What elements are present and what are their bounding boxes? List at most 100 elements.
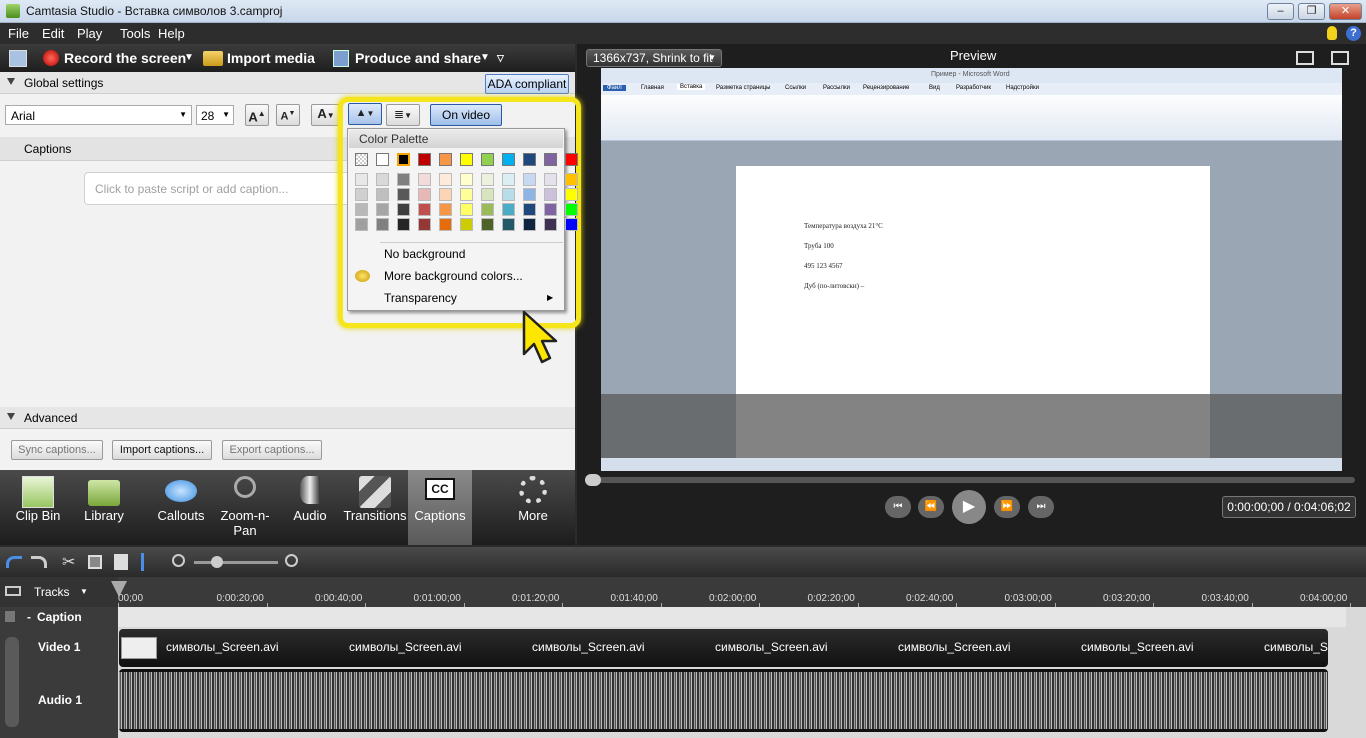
color-swatch[interactable] bbox=[418, 218, 431, 231]
video-clip[interactable]: символы_Screen.avi символы_Screen.avi симв… bbox=[119, 629, 1328, 667]
color-swatch[interactable] bbox=[523, 218, 536, 231]
color-swatch[interactable] bbox=[376, 153, 389, 166]
color-swatch[interactable] bbox=[460, 188, 473, 201]
tab-captions[interactable]: CC Captions bbox=[408, 470, 472, 545]
advanced-header[interactable]: Advanced bbox=[0, 407, 575, 429]
caption-track[interactable] bbox=[118, 607, 1346, 627]
redo-icon[interactable] bbox=[31, 556, 47, 568]
increase-font-button[interactable]: A▲ bbox=[245, 104, 269, 126]
transparency-option[interactable]: Transparency bbox=[384, 291, 457, 305]
fullscreen-icon[interactable] bbox=[1296, 51, 1314, 65]
detach-icon[interactable] bbox=[1331, 51, 1349, 65]
jump-end-button[interactable]: ⏭ bbox=[1028, 496, 1054, 518]
undo-icon[interactable] bbox=[6, 556, 22, 568]
forward-button[interactable]: ⏩ bbox=[994, 496, 1020, 518]
sync-captions-button[interactable]: Sync captions... bbox=[11, 440, 103, 460]
produce-share-button[interactable]: Produce and share bbox=[355, 50, 481, 66]
color-swatch[interactable] bbox=[376, 218, 389, 231]
color-swatch[interactable] bbox=[376, 203, 389, 216]
no-color-swatch[interactable] bbox=[355, 153, 368, 166]
tips-icon[interactable] bbox=[1327, 26, 1337, 40]
lock-icon[interactable] bbox=[5, 611, 15, 622]
color-swatch[interactable] bbox=[439, 203, 452, 216]
color-swatch[interactable] bbox=[544, 153, 557, 166]
color-swatch[interactable] bbox=[460, 173, 473, 186]
tab-audio[interactable]: Audio bbox=[282, 470, 338, 545]
zoom-slider[interactable] bbox=[194, 561, 278, 564]
font-color-button[interactable]: A▼ bbox=[311, 104, 341, 126]
color-swatch[interactable] bbox=[565, 218, 578, 231]
color-swatch[interactable] bbox=[565, 188, 578, 201]
color-swatch[interactable] bbox=[397, 218, 410, 231]
decrease-font-button[interactable]: A▼ bbox=[276, 104, 300, 126]
menu-play[interactable]: Tools bbox=[120, 26, 150, 41]
tab-zoom-n-pan[interactable]: Zoom-n-Pan bbox=[216, 470, 274, 545]
more-colors-option[interactable]: More background colors... bbox=[384, 269, 523, 283]
help-icon[interactable]: ? bbox=[1346, 26, 1361, 41]
color-swatch[interactable] bbox=[502, 218, 515, 231]
record-button[interactable]: Record the screen bbox=[64, 50, 186, 66]
color-swatch[interactable] bbox=[565, 173, 578, 186]
menu-file[interactable]: File bbox=[8, 26, 29, 41]
color-swatch[interactable] bbox=[565, 203, 578, 216]
import-captions-button[interactable]: Import captions... bbox=[112, 440, 212, 460]
color-swatch[interactable] bbox=[481, 188, 494, 201]
color-swatch[interactable] bbox=[397, 203, 410, 216]
audio-clip[interactable] bbox=[119, 669, 1328, 732]
color-swatch[interactable] bbox=[544, 188, 557, 201]
scrubber-handle[interactable] bbox=[585, 474, 601, 486]
color-swatch[interactable] bbox=[418, 203, 431, 216]
color-swatch[interactable] bbox=[418, 188, 431, 201]
cut-icon[interactable]: ✂ bbox=[62, 552, 75, 572]
color-swatch[interactable] bbox=[523, 203, 536, 216]
no-background-option[interactable]: No background bbox=[384, 247, 465, 261]
close-button[interactable]: ✕ bbox=[1329, 3, 1362, 20]
color-swatch[interactable] bbox=[460, 153, 473, 166]
color-swatch[interactable] bbox=[439, 188, 452, 201]
menu-edit[interactable]: Edit bbox=[42, 26, 64, 41]
toolbar-overflow-icon[interactable]: ▽ bbox=[497, 53, 504, 64]
color-swatch[interactable] bbox=[376, 173, 389, 186]
zoom-out-icon[interactable] bbox=[172, 554, 185, 567]
tab-clip-bin[interactable]: Clip Bin bbox=[0, 470, 76, 545]
color-swatch[interactable] bbox=[481, 173, 494, 186]
jump-start-button[interactable]: ⏮ bbox=[885, 496, 911, 518]
color-swatch[interactable] bbox=[502, 203, 515, 216]
color-swatch[interactable] bbox=[565, 153, 578, 166]
color-swatch[interactable] bbox=[481, 203, 494, 216]
color-swatch[interactable] bbox=[418, 153, 431, 166]
color-swatch[interactable] bbox=[544, 203, 557, 216]
color-swatch[interactable] bbox=[355, 218, 368, 231]
rewind-button[interactable]: ⏪ bbox=[918, 496, 944, 518]
zoom-slider-handle[interactable] bbox=[211, 556, 223, 568]
color-swatch[interactable] bbox=[397, 173, 410, 186]
split-icon[interactable] bbox=[141, 553, 144, 571]
import-media-button[interactable]: Import media bbox=[227, 50, 315, 66]
color-swatch[interactable] bbox=[439, 153, 452, 166]
color-swatch[interactable] bbox=[397, 188, 410, 201]
color-swatch[interactable] bbox=[502, 173, 515, 186]
preview-size-select[interactable]: 1366x737, Shrink to fit ▼ bbox=[586, 49, 722, 67]
color-swatch[interactable] bbox=[439, 173, 452, 186]
menu-view[interactable]: Play bbox=[77, 26, 102, 41]
track-lock-handle[interactable] bbox=[5, 637, 19, 727]
minimize-button[interactable]: ‒ bbox=[1267, 3, 1294, 20]
save-icon[interactable] bbox=[9, 50, 27, 67]
color-swatch[interactable] bbox=[355, 173, 368, 186]
color-swatch[interactable] bbox=[481, 218, 494, 231]
ada-compliant-button[interactable]: ADA compliant bbox=[485, 74, 569, 94]
paste-icon[interactable] bbox=[114, 554, 128, 570]
color-swatch[interactable] bbox=[460, 218, 473, 231]
tab-library[interactable]: Library bbox=[76, 470, 132, 545]
color-swatch[interactable] bbox=[523, 153, 536, 166]
tab-more[interactable]: More bbox=[496, 470, 570, 545]
color-swatch[interactable] bbox=[544, 218, 557, 231]
menu-tools[interactable]: Help bbox=[158, 26, 185, 41]
tab-callouts[interactable]: Callouts bbox=[146, 470, 216, 545]
color-swatch[interactable] bbox=[502, 188, 515, 201]
color-swatch[interactable] bbox=[418, 173, 431, 186]
color-swatch[interactable] bbox=[544, 173, 557, 186]
preview-scrubber[interactable] bbox=[587, 477, 1355, 483]
tracks-menu[interactable]: Tracks bbox=[34, 585, 70, 599]
color-swatch[interactable] bbox=[397, 153, 410, 166]
